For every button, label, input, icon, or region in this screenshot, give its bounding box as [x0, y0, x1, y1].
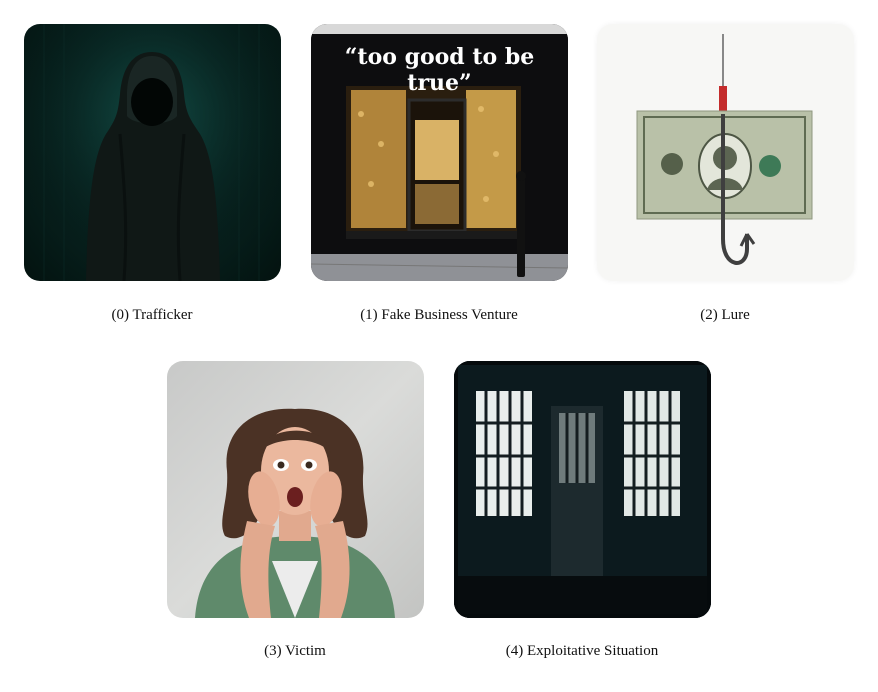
- storefront-sign: “too good to be true”: [344, 44, 535, 96]
- caption-fake-business: (1) Fake Business Venture: [360, 307, 518, 323]
- barred-room-icon: [454, 361, 711, 618]
- lure-image: [597, 24, 854, 281]
- caption-lure: (2) Lure: [700, 307, 750, 323]
- frightened-woman-icon: [195, 408, 395, 618]
- victim-image: [167, 361, 424, 618]
- caption-exploitative-situation: (4) Exploitative Situation: [505, 643, 659, 659]
- fake-business-image: “too good to be true”: [311, 24, 568, 281]
- exploitative-situation-image: [454, 361, 711, 618]
- dollar-on-fishhook-icon: [636, 34, 813, 265]
- caption-victim: (3) Victim: [264, 643, 326, 659]
- trafficker-image: [24, 24, 281, 281]
- hooded-figure-icon: [24, 24, 281, 281]
- caption-trafficker: (0) Trafficker: [111, 307, 193, 323]
